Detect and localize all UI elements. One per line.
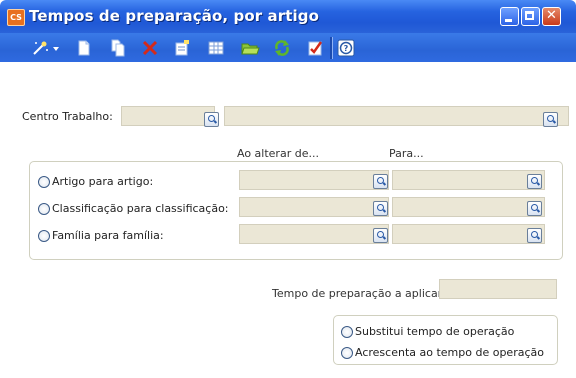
radio-substitui[interactable] (341, 326, 353, 338)
artigo-to-field[interactable] (392, 170, 545, 190)
maximize-button[interactable] (521, 7, 540, 26)
classificacao-from-field[interactable] (239, 197, 389, 217)
grid-icon[interactable] (206, 38, 226, 58)
form-area: Centro Trabalho: Ao alterar de... Para..… (14, 62, 572, 378)
new-document-icon[interactable] (74, 38, 94, 58)
row-classificacao-label: Classificação para classificação: (52, 202, 229, 215)
artigo-from-field[interactable] (239, 170, 389, 190)
title-bar[interactable]: CS Tempos de preparação, por artigo (0, 0, 576, 33)
familia-from-lookup-icon[interactable] (373, 228, 388, 243)
classificacao-to-lookup-icon[interactable] (527, 201, 542, 216)
classificacao-to-field[interactable] (392, 197, 545, 217)
toolbar-separator (330, 37, 333, 59)
window: CS Tempos de preparação, por artigo ✕ ? … (0, 0, 576, 378)
centro-code-field[interactable] (121, 106, 215, 126)
column-to-header: Para... (389, 147, 424, 160)
radio-classificacao[interactable] (38, 203, 50, 215)
radio-artigo[interactable] (38, 176, 50, 188)
centro-code-lookup-icon[interactable] (204, 112, 219, 127)
help-icon[interactable]: ? (336, 38, 356, 58)
open-folder-icon[interactable] (240, 38, 260, 58)
option-substitui-label: Substitui tempo de operação (355, 325, 515, 338)
tempo-label: Tempo de preparação a aplicar: (272, 287, 446, 300)
radio-acrescenta[interactable] (341, 347, 353, 359)
artigo-from-lookup-icon[interactable] (373, 174, 388, 189)
row-familia-label: Família para família: (52, 229, 164, 242)
tempo-field[interactable] (439, 279, 557, 299)
wand-icon[interactable] (30, 38, 50, 58)
app-icon: CS (7, 9, 25, 26)
option-acrescenta-label: Acrescenta ao tempo de operação (355, 346, 544, 359)
minimize-button[interactable] (500, 7, 519, 26)
close-button[interactable] (542, 7, 561, 26)
classificacao-from-lookup-icon[interactable] (373, 201, 388, 216)
column-from-header: Ao alterar de... (237, 147, 319, 160)
window-title: Tempos de preparação, por artigo (29, 7, 320, 25)
artigo-to-lookup-icon[interactable] (527, 174, 542, 189)
properties-icon[interactable] (172, 38, 192, 58)
validate-icon[interactable] (305, 38, 325, 58)
toolbar: ? (0, 33, 576, 62)
centro-description-field[interactable] (224, 106, 569, 126)
delete-icon[interactable] (140, 38, 160, 58)
familia-from-field[interactable] (239, 224, 389, 244)
centro-trabalho-label: Centro Trabalho: (22, 110, 113, 123)
chevron-down-icon[interactable] (52, 38, 62, 58)
svg-text:?: ? (344, 44, 349, 53)
centro-description-lookup-icon[interactable] (543, 112, 558, 127)
familia-to-field[interactable] (392, 224, 545, 244)
radio-familia[interactable] (38, 230, 50, 242)
familia-to-lookup-icon[interactable] (527, 228, 542, 243)
copy-document-icon[interactable] (108, 38, 128, 58)
refresh-icon[interactable] (272, 38, 292, 58)
row-artigo-label: Artigo para artigo: (52, 175, 154, 188)
